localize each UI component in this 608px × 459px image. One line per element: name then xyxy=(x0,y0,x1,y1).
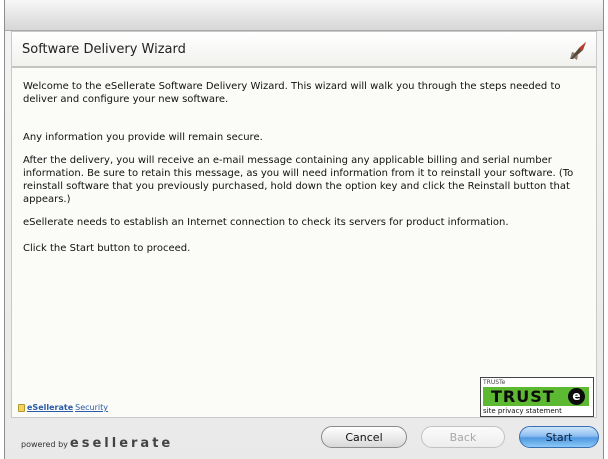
powered-by-esellerate: powered by esellerate xyxy=(21,436,173,451)
esellerate-logo: esellerate xyxy=(69,436,174,451)
security-link-label: Security xyxy=(75,403,108,412)
rocket-icon xyxy=(566,39,590,61)
security-link-brand: eSellerate xyxy=(27,403,74,412)
window-titlebar[interactable] xyxy=(5,0,603,31)
connection-text: eSellerate needs to establish an Interne… xyxy=(23,217,509,228)
powered-by-text: powered by xyxy=(21,440,68,449)
delivery-text: After the delivery, you will receive an … xyxy=(23,155,574,205)
start-button[interactable]: Start xyxy=(519,426,599,448)
esellerate-security-link[interactable]: eSellerate Security xyxy=(18,403,108,412)
truste-banner: TRUST e xyxy=(483,387,589,406)
secure-text: Any information you provide will remain … xyxy=(23,132,263,143)
cancel-button[interactable]: Cancel xyxy=(321,426,407,448)
proceed-text: Click the Start button to proceed. xyxy=(23,243,191,254)
truste-top-text: TRUSTe xyxy=(483,379,506,386)
wizard-panel: Software Delivery Wizard Welcome to the … xyxy=(11,31,597,418)
wizard-title: Software Delivery Wizard xyxy=(22,42,186,57)
truste-seal[interactable]: TRUSTe TRUST e site privacy statement xyxy=(480,377,594,417)
back-button[interactable]: Back xyxy=(421,426,505,448)
welcome-text: Welcome to the eSellerate Software Deliv… xyxy=(23,81,561,105)
truste-word: TRUST xyxy=(491,387,555,406)
wizard-window: Software Delivery Wizard Welcome to the … xyxy=(4,0,604,459)
truste-e-mark: e xyxy=(568,388,585,405)
truste-privacy-statement: site privacy statement xyxy=(483,407,562,415)
wizard-footer: powered by esellerate Cancel Back Start xyxy=(5,418,603,459)
wizard-header: Software Delivery Wizard xyxy=(12,32,596,68)
lock-icon xyxy=(18,403,25,412)
wizard-content: Welcome to the eSellerate Software Deliv… xyxy=(23,80,589,255)
